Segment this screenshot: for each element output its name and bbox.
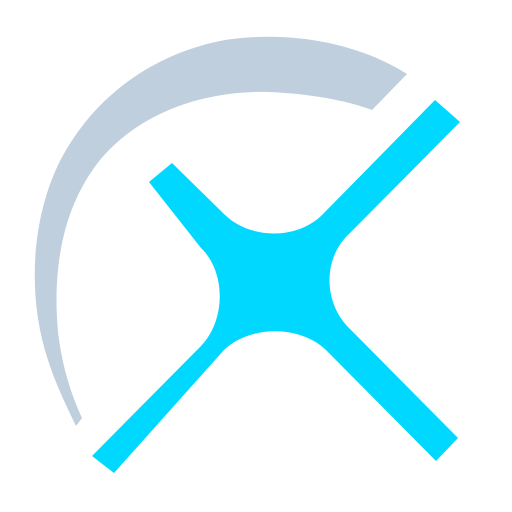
x-cross-with-arc-icon [34,36,460,473]
cross-shape [92,100,460,473]
logo-canvas [0,0,512,512]
